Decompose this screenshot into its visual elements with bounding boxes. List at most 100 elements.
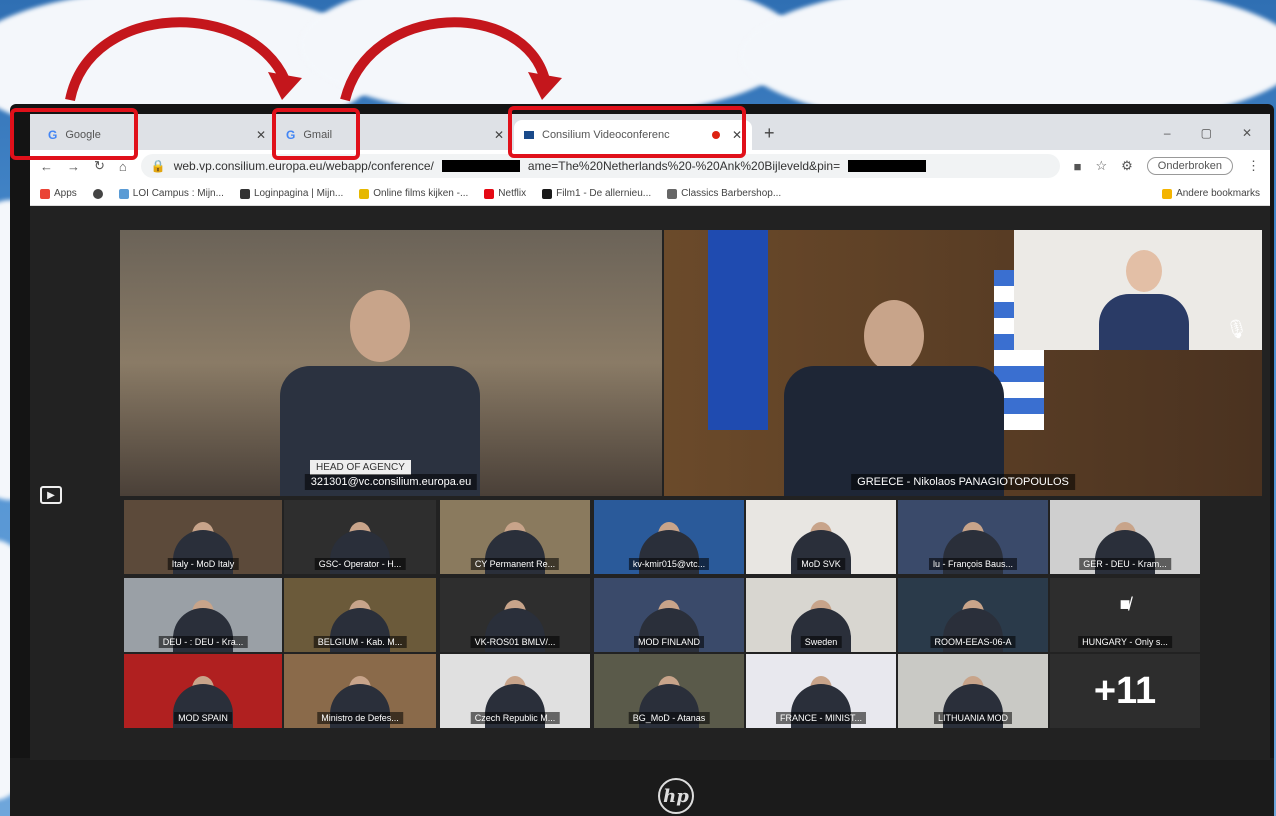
tile-label: Sweden <box>800 636 842 648</box>
page-icon <box>239 188 250 199</box>
tile-label: HUNGARY - Only s... <box>1078 636 1172 648</box>
hp-logo: hp <box>658 778 694 814</box>
annotation-arrows <box>65 17 562 102</box>
bookmark-barbershop[interactable]: Classics Barbershop... <box>667 188 781 199</box>
bookmark-netflix[interactable]: Netflix <box>484 188 526 199</box>
camera-off-tile[interactable]: ■̸ HUNGARY - Only s... <box>1050 578 1200 652</box>
participant-tile[interactable]: kv-kmir015@vtc... <box>594 500 744 574</box>
apps-grid-icon <box>40 188 50 199</box>
extension-icon[interactable]: ⚙ <box>1121 158 1133 174</box>
bookmark-label: LOI Campus : Mijn... <box>132 188 224 199</box>
back-icon[interactable]: ← <box>40 159 53 174</box>
mic-muted-icon: 🎙 <box>1225 319 1248 339</box>
tile-label: Ministro de Defes... <box>317 712 403 724</box>
tile-label: MoD SVK <box>797 558 845 570</box>
eu-flag <box>708 230 768 430</box>
participant-tile[interactable]: BELGIUM - Kab. M... <box>284 578 436 652</box>
tile-label: GSC- Operator - H... <box>314 558 406 570</box>
new-tab-button[interactable]: + <box>752 123 787 150</box>
participant-tile[interactable]: MOD FINLAND <box>594 578 744 652</box>
close-icon[interactable]: ✕ <box>256 128 266 142</box>
play-icon <box>359 188 370 199</box>
participant-tile[interactable]: FRANCE - MINIST... <box>746 654 896 728</box>
laptop-chin <box>10 758 1274 816</box>
globe-icon <box>92 188 103 199</box>
tile-label: FRANCE - MINIST... <box>775 712 867 724</box>
url-tail: ame=The%20Netherlands%20-%20Ank%20Bijlev… <box>527 159 841 173</box>
forward-icon[interactable]: → <box>67 159 80 174</box>
bookmarks-bar: Apps LOI Campus : Mijn... Loginpagina | … <box>30 182 1270 206</box>
bookmark-apps[interactable]: Apps <box>40 188 77 199</box>
film1-icon <box>542 188 553 199</box>
participant-tile[interactable]: Sweden <box>746 578 896 652</box>
participant-tile[interactable]: ROOM-EEAS-06-A <box>898 578 1048 652</box>
tile-label: BG_MoD - Atanas <box>628 712 710 724</box>
reload-icon[interactable]: ↻ <box>94 158 105 174</box>
participant-tile[interactable]: lu - François Baus... <box>898 500 1048 574</box>
tile-label: DEU - : DEU - Kra... <box>158 636 248 648</box>
tile-label: BELGIUM - Kab. M... <box>313 636 407 648</box>
more-participants-button[interactable]: +11 <box>1050 654 1200 728</box>
car-icon <box>667 188 678 199</box>
tile-label: Italy - MoD Italy <box>167 558 239 570</box>
bookmark-label: Apps <box>54 188 77 199</box>
bookmark-label: Netflix <box>498 188 527 199</box>
tile-label: LITHUANIA MOD <box>933 712 1013 724</box>
bookmark-label: Online films kijken -... <box>373 188 469 199</box>
bookmark-other[interactable]: Andere bookmarks <box>1162 188 1260 199</box>
participant-tile[interactable]: Czech Republic M... <box>440 654 590 728</box>
tile-label: MOD FINLAND <box>633 636 705 648</box>
folder-icon <box>1162 188 1173 199</box>
tile-label: MOD SPAIN <box>174 712 232 724</box>
home-icon[interactable]: ⌂ <box>119 159 127 174</box>
sign-label: HEAD OF AGENCY <box>310 460 411 475</box>
participant-tile[interactable]: GSC- Operator - H... <box>284 500 436 574</box>
minimize-button[interactable]: – <box>1164 126 1171 140</box>
menu-icon[interactable]: ⋮ <box>1247 158 1260 174</box>
main-video-tile[interactable]: HEAD OF AGENCY 321301@vc.consilium.europ… <box>120 230 662 496</box>
bookmark-login[interactable]: Loginpagina | Mijn... <box>239 188 343 199</box>
participant-tile[interactable]: Italy - MoD Italy <box>124 500 282 574</box>
url-text: web.vp.consilium.europa.eu/webapp/confer… <box>173 159 434 173</box>
star-icon[interactable]: ☆ <box>1095 158 1107 174</box>
camera-icon[interactable]: ■ <box>1074 159 1082 174</box>
participant-tile[interactable]: BG_MoD - Atanas <box>594 654 744 728</box>
camera-off-icon: ■̸ <box>1119 594 1131 614</box>
bookmark-globe[interactable] <box>92 188 103 199</box>
tile-label: GER - DEU - Kram... <box>1079 558 1171 570</box>
highlight-consilium-tab <box>508 106 746 158</box>
participant-tile[interactable]: DEU - : DEU - Kra... <box>124 578 282 652</box>
participant-figure <box>784 300 1004 496</box>
bookmark-label: Classics Barbershop... <box>681 188 782 199</box>
tile-label: CY Permanent Re... <box>470 558 560 570</box>
tile-label: VK-ROS01 BMLV/... <box>470 636 560 648</box>
tile-label: lu - François Baus... <box>928 558 1018 570</box>
participant-tile[interactable]: MOD SPAIN <box>124 654 282 728</box>
profile-pill[interactable]: Onderbroken <box>1146 157 1233 175</box>
participant-tile[interactable]: LITHUANIA MOD <box>898 654 1048 728</box>
netflix-icon <box>484 188 495 199</box>
close-icon[interactable]: ✕ <box>494 128 504 142</box>
loi-icon <box>118 188 129 199</box>
tile-label: ROOM-EEAS-06-A <box>930 636 1016 648</box>
tile-label: GREECE - Nikolaos PANAGIOTOPOULOS <box>851 474 1075 490</box>
tile-label: Czech Republic M... <box>470 712 560 724</box>
participant-tile[interactable]: GER - DEU - Kram... <box>1050 500 1200 574</box>
lock-icon: 🔒 <box>150 159 166 173</box>
self-view-tile[interactable]: 🎙 <box>1014 230 1262 350</box>
participant-tile[interactable]: MoD SVK <box>746 500 896 574</box>
close-window-button[interactable]: ✕ <box>1242 126 1252 140</box>
bookmark-films[interactable]: Online films kijken -... <box>359 188 468 199</box>
maximize-button[interactable]: ▢ <box>1201 126 1212 140</box>
window-controls: – ▢ ✕ <box>1146 126 1270 150</box>
participant-figure <box>1099 250 1189 350</box>
bookmark-loi[interactable]: LOI Campus : Mijn... <box>118 188 224 199</box>
bookmark-label: Film1 - De allernieu... <box>556 188 652 199</box>
participant-tile[interactable]: VK-ROS01 BMLV/... <box>440 578 590 652</box>
redaction-bar <box>441 160 520 172</box>
participant-tile[interactable]: Ministro de Defes... <box>284 654 436 728</box>
sidebar-toggle-button[interactable]: ▶ <box>40 486 62 504</box>
highlight-google-tab <box>10 108 138 160</box>
bookmark-film1[interactable]: Film1 - De allernieu... <box>542 188 651 199</box>
participant-tile[interactable]: CY Permanent Re... <box>440 500 590 574</box>
